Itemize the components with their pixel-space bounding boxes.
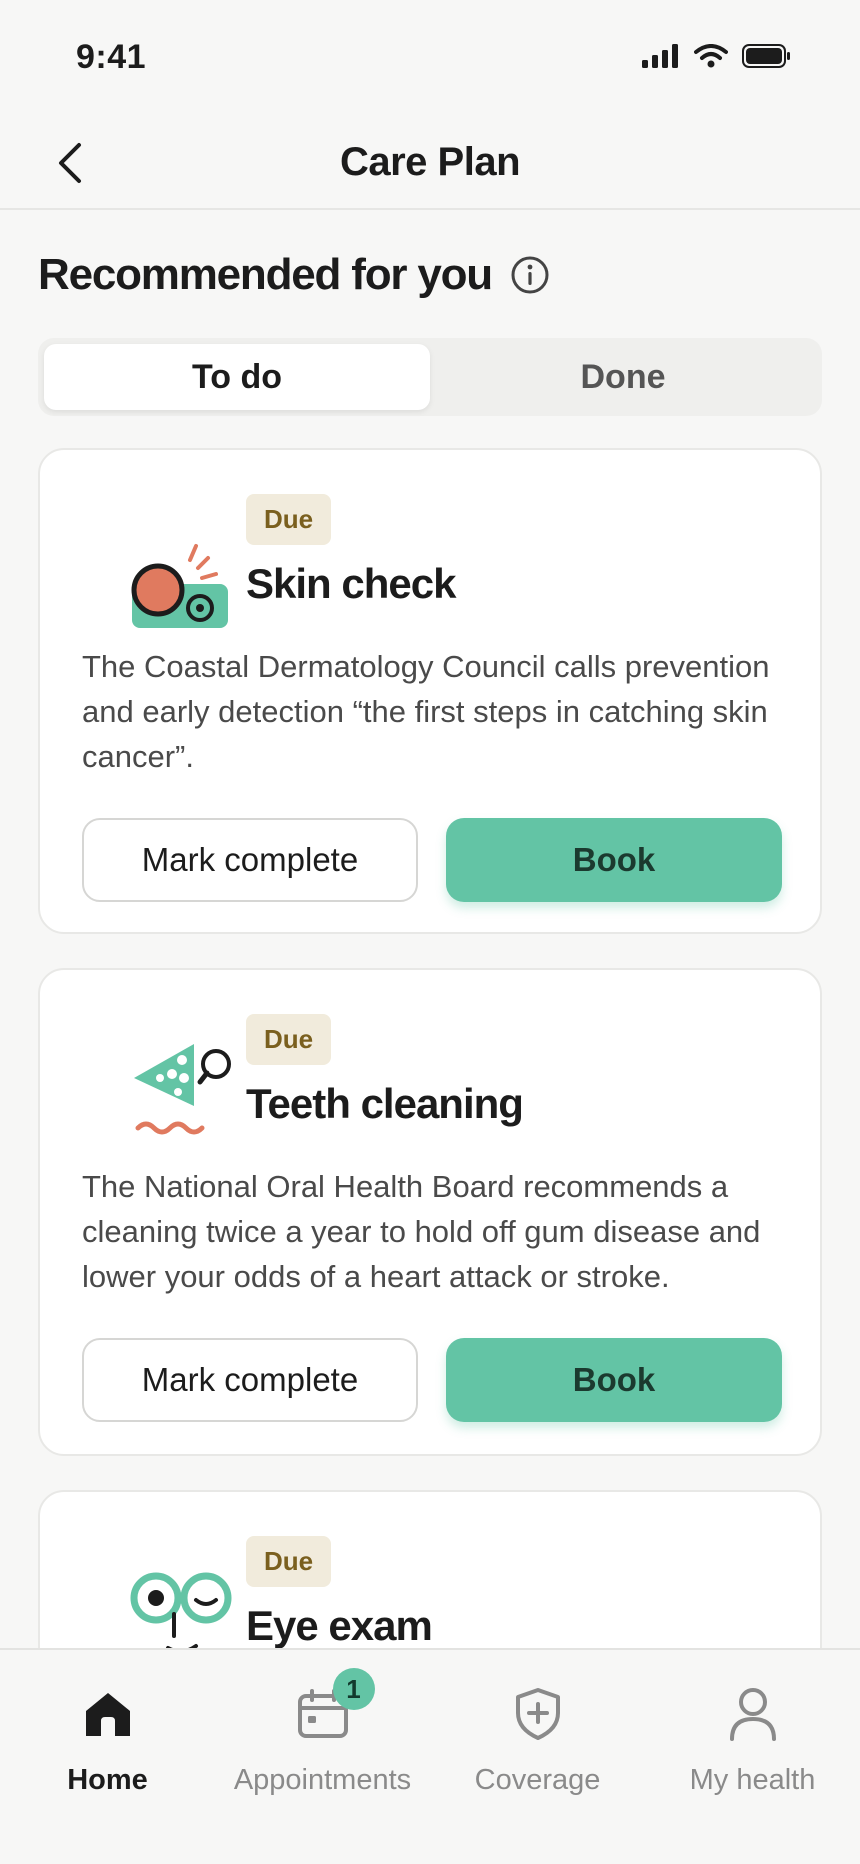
book-button[interactable]: Book	[446, 818, 782, 902]
mark-complete-button[interactable]: Mark complete	[82, 818, 418, 902]
status-badge: Due	[246, 1536, 332, 1587]
nav-bar: Care Plan	[0, 110, 860, 210]
section-header: Recommended for you	[38, 250, 550, 300]
care-card-skin-check: Due Skin check The Coastal Dermatology C…	[38, 448, 822, 934]
card-description: The National Oral Health Board recommend…	[82, 1169, 761, 1294]
home-icon	[85, 1693, 130, 1736]
tab-done[interactable]: Done	[430, 344, 816, 410]
status-bar: 9:41	[0, 0, 860, 110]
card-title: Teeth cleaning	[246, 1080, 524, 1127]
tab-appointments[interactable]: 1 Appointments	[215, 1650, 430, 1864]
tab-label: Home	[67, 1764, 148, 1796]
signal-icon	[642, 44, 678, 68]
segmented-control: To do Done	[38, 338, 822, 416]
tab-to-do[interactable]: To do	[44, 344, 430, 410]
card-title: Skin check	[246, 560, 456, 607]
book-button[interactable]: Book	[446, 1338, 782, 1422]
bottom-tab-bar: Home 1 Appointments Coverage My health	[0, 1648, 860, 1864]
section-title: Recommended for you	[38, 250, 493, 299]
card-description: The Coastal Dermatology Council calls pr…	[82, 649, 770, 774]
tab-label: My health	[689, 1764, 816, 1796]
shield-plus-icon	[515, 1688, 560, 1740]
tab-coverage[interactable]: Coverage	[430, 1650, 645, 1864]
page-title: Care Plan	[339, 140, 521, 184]
status-icons	[642, 44, 792, 68]
battery-icon	[742, 44, 790, 68]
person-icon	[729, 1688, 776, 1741]
info-icon[interactable]	[510, 255, 550, 295]
card-title: Eye exam	[246, 1602, 433, 1649]
status-time: 9:41	[76, 38, 147, 76]
mark-complete-button[interactable]: Mark complete	[82, 1338, 418, 1422]
tab-home[interactable]: Home	[0, 1650, 215, 1864]
care-card-teeth-cleaning: Due Teeth cleaning The National Oral Hea…	[38, 968, 822, 1456]
card-actions: Mark complete Book	[82, 1338, 782, 1422]
tab-label: Appointments	[233, 1764, 412, 1796]
wifi-icon	[694, 44, 728, 68]
tab-my-health[interactable]: My health	[645, 1650, 860, 1864]
tab-label: Coverage	[474, 1764, 601, 1796]
card-actions: Mark complete Book	[82, 818, 782, 902]
teeth-cleaning-illustration-icon	[134, 1044, 231, 1135]
status-badge: Due	[246, 1014, 332, 1065]
skin-check-illustration-icon	[131, 544, 228, 628]
notification-badge: 1	[332, 1668, 375, 1710]
status-badge: Due	[246, 494, 332, 545]
